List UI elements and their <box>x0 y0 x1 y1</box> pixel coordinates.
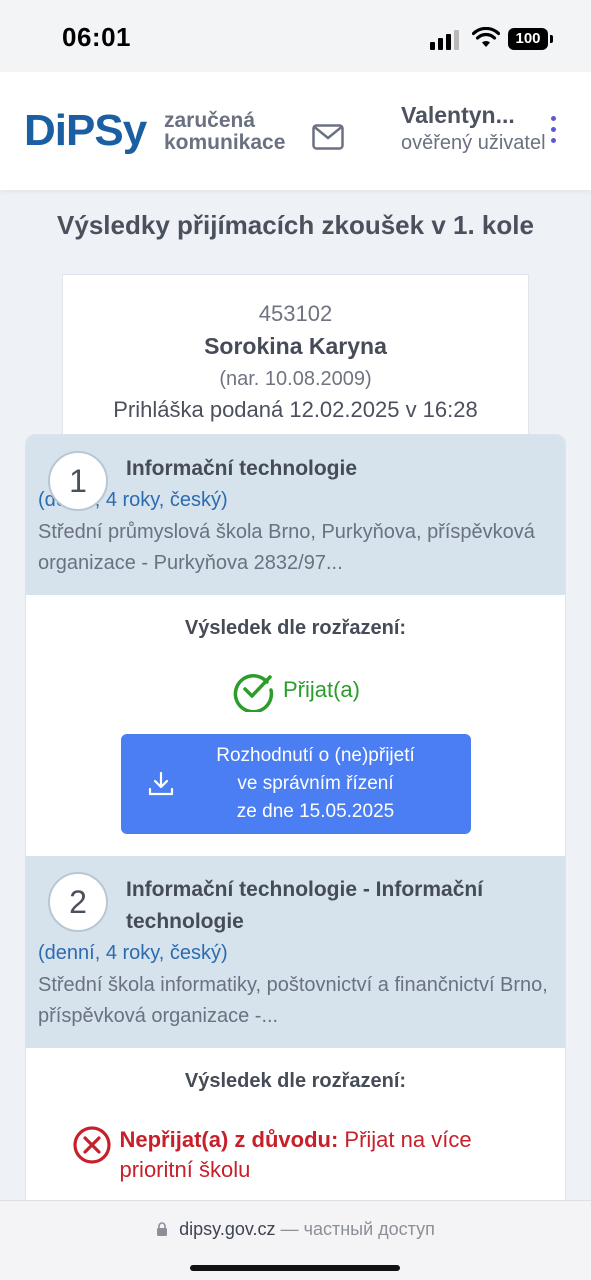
wifi-icon <box>472 27 500 47</box>
result-label: Výsledek dle rozřazení: <box>184 1070 407 1092</box>
rejected-status: Nepřijat(a) z důvodu: Přijat na více pri… <box>26 1125 565 1185</box>
priority-badge: 1 <box>48 451 108 511</box>
priority-badge: 2 <box>48 872 108 932</box>
more-menu-icon[interactable] <box>548 116 558 150</box>
page-title: Výsledky přijímacích zkoušek v 1. kole <box>57 210 534 240</box>
decision-line1: Rozhodnutí o (ne)přijetí <box>216 745 415 766</box>
status-bar: 06:01 100 <box>0 0 591 72</box>
applicant-card: 453102 Sorokina Karyna (nar. 10.08.2009)… <box>62 274 529 444</box>
url-domain: dipsy.gov.cz <box>179 1219 276 1239</box>
school-block-2: 2 Informační technologie - Informační te… <box>26 856 565 1048</box>
home-indicator[interactable] <box>190 1265 400 1271</box>
result-label: Výsledek dle rozřazení: <box>184 617 407 639</box>
decision-line2: ve správním řízení <box>237 773 394 794</box>
battery-icon: 100 <box>508 28 553 50</box>
school-name: Střední průmyslová škola Brno, Purkyňova… <box>38 521 535 574</box>
rejected-prefix: Nepřijat(a) z důvodu: <box>119 1127 339 1152</box>
school-block-1: 1 Informační technologie (denní, 4 roky,… <box>26 435 565 595</box>
program-mode: (denní, 4 roky, český) <box>38 942 228 964</box>
app-header: DiPSy zaručená komunikace Valentyn... ov… <box>0 72 591 190</box>
decision-line3: ze dne 15.05.2025 <box>236 801 395 822</box>
results-list: 1 Informační technologie (denní, 4 roky,… <box>25 434 566 1214</box>
url-separator: — <box>280 1219 299 1239</box>
result-block-1: Výsledek dle rozřazení: Přijat(a) Rozhod… <box>26 595 565 856</box>
check-circle-icon <box>233 674 274 712</box>
program-title: Informační technologie <box>126 457 358 480</box>
lock-icon <box>157 1222 168 1236</box>
user-name[interactable]: Valentyn... <box>401 102 531 129</box>
accepted-label: Přijat(a) <box>282 677 360 702</box>
logo-text: DiPSy <box>24 106 147 155</box>
status-time: 06:01 <box>62 22 131 52</box>
accepted-status: Přijat(a) <box>26 668 565 712</box>
x-circle-icon <box>72 1126 111 1164</box>
download-decision-label: Rozhodnutí o (ne)přijetí ve správním říz… <box>176 742 415 826</box>
application-number: 453102 <box>258 301 333 326</box>
user-status: ověřený uživatel <box>401 132 546 154</box>
rejected-reason: Nepřijat(a) z důvodu: Přijat na více pri… <box>120 1125 520 1185</box>
program-mode: (denní, 4 roky, český) <box>38 489 228 511</box>
applicant-birth-date: (nar. 10.08.2009) <box>219 368 372 390</box>
url-private-label: частный доступ <box>303 1219 435 1239</box>
tagline-line1: zaručená <box>164 109 256 132</box>
cellular-signal-icon <box>430 30 459 50</box>
application-submitted: Prihláška podaná 12.02.2025 v 16:28 <box>113 397 478 422</box>
school-name: Střední škola informatiky, poštovnictví … <box>38 974 548 1027</box>
applicant-name: Sorokina Karyna <box>204 333 387 359</box>
mail-icon[interactable] <box>312 124 344 150</box>
browser-url-bar[interactable]: dipsy.gov.cz — частный доступ <box>0 1200 591 1280</box>
tagline: zaručená komunikace <box>164 110 285 154</box>
dipsy-logo[interactable]: DiPSy <box>24 106 147 156</box>
url-content[interactable]: dipsy.gov.cz — частный доступ <box>0 1219 591 1240</box>
download-icon <box>148 771 173 796</box>
program-title: Informační technologie - Informační tech… <box>126 878 484 933</box>
download-decision-button[interactable]: Rozhodnutí o (ne)přijetí ve správním říz… <box>120 734 471 834</box>
result-block-2: Výsledek dle rozřazení: Nepřijat(a) z dů… <box>26 1048 565 1207</box>
tagline-line2: komunikace <box>164 131 286 154</box>
